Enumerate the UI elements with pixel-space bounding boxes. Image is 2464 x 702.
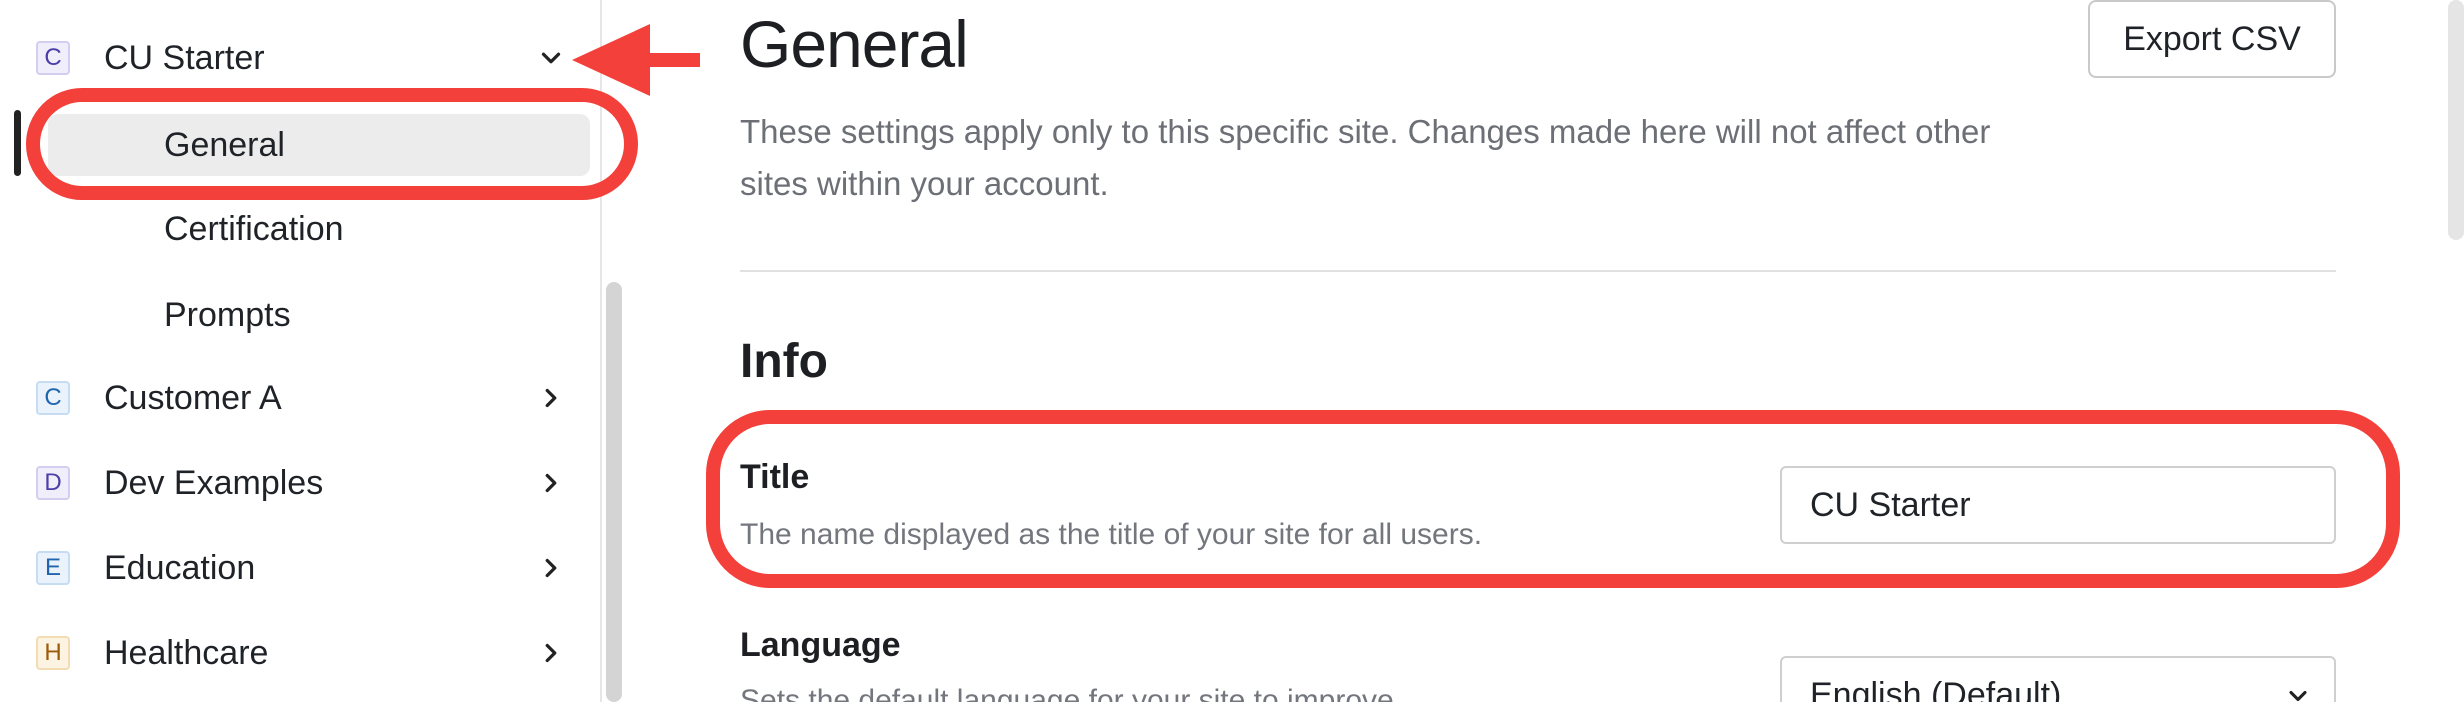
site-badge: H	[36, 636, 70, 670]
sidebar-site-education[interactable]: E Education	[0, 538, 560, 598]
sidebar-site-label: CU Starter	[104, 38, 265, 77]
site-badge: D	[36, 466, 70, 500]
site-badge: C	[36, 41, 70, 75]
sidebar: C CU Starter General Certification Promp…	[0, 0, 602, 702]
sidebar-site-label: Healthcare	[104, 633, 269, 672]
export-csv-button[interactable]: Export CSV	[2088, 0, 2336, 78]
page-description: These settings apply only to this specif…	[740, 113, 1991, 202]
sidebar-item-prompts[interactable]: Prompts	[48, 284, 590, 346]
sidebar-site-label: Dev Examples	[104, 463, 324, 502]
title-field-label: Title	[740, 458, 810, 496]
sidebar-item-general[interactable]: General	[48, 114, 590, 176]
language-select-value: English (Default)	[1810, 676, 2062, 702]
sidebar-site-healthcare[interactable]: H Healthcare	[0, 623, 560, 683]
sidebar-item-label: General	[164, 125, 285, 164]
sidebar-site-customer-a[interactable]: C Customer A	[0, 368, 560, 428]
language-select[interactable]: English (Default)	[1780, 656, 2336, 702]
main-scrollbar[interactable]	[2448, 0, 2464, 240]
site-badge: E	[36, 551, 70, 585]
section-title: Info	[740, 335, 828, 388]
page-title: General	[740, 7, 969, 81]
language-field-label: Language	[740, 626, 901, 664]
chevron-right-icon[interactable]	[536, 638, 566, 668]
chevron-right-icon[interactable]	[536, 553, 566, 583]
title-input[interactable]	[1780, 466, 2336, 544]
sidebar-site-label: Customer A	[104, 378, 282, 417]
chevron-down-icon[interactable]	[536, 43, 566, 73]
chevron-right-icon[interactable]	[536, 383, 566, 413]
language-field-help: Sets the default language for your site …	[740, 684, 1394, 702]
active-indicator	[14, 110, 21, 176]
main-content: General Export CSV These settings apply …	[604, 0, 2464, 702]
divider	[740, 270, 2336, 272]
sidebar-item-certification[interactable]: Certification	[48, 198, 590, 260]
sidebar-item-label: Prompts	[164, 295, 291, 334]
sidebar-site-dev-examples[interactable]: D Dev Examples	[0, 453, 560, 513]
site-badge: C	[36, 381, 70, 415]
sidebar-site-cu-starter[interactable]: C CU Starter	[0, 28, 561, 88]
sidebar-item-label: Certification	[164, 209, 344, 248]
chevron-right-icon[interactable]	[536, 468, 566, 498]
annotation-arrow-icon	[572, 24, 700, 96]
sidebar-site-label: Education	[104, 548, 256, 587]
title-field-help: The name displayed as the title of your …	[740, 518, 1483, 551]
chevron-down-icon	[2289, 690, 2307, 702]
